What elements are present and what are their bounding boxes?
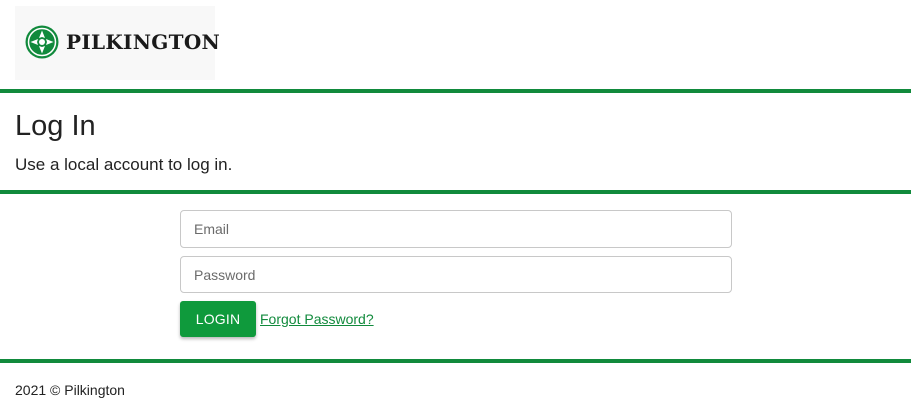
- title-divider: [0, 190, 911, 194]
- footer-copyright: 2021 © Pilkington: [15, 382, 125, 398]
- password-field[interactable]: [180, 256, 732, 293]
- footer-divider: [0, 359, 911, 363]
- header-divider: [0, 89, 911, 93]
- page-subtitle: Use a local account to log in.: [15, 155, 233, 174]
- pilkington-emblem-icon: [25, 25, 59, 59]
- site-header: PILKINGTON: [0, 0, 911, 90]
- login-button[interactable]: LOGIN: [180, 301, 256, 337]
- email-field[interactable]: [180, 210, 732, 248]
- forgot-password-link[interactable]: Forgot Password?: [260, 311, 374, 327]
- logo[interactable]: PILKINGTON: [15, 6, 220, 80]
- page-title: Log In: [15, 110, 96, 142]
- brand-wordmark: PILKINGTON: [66, 30, 221, 54]
